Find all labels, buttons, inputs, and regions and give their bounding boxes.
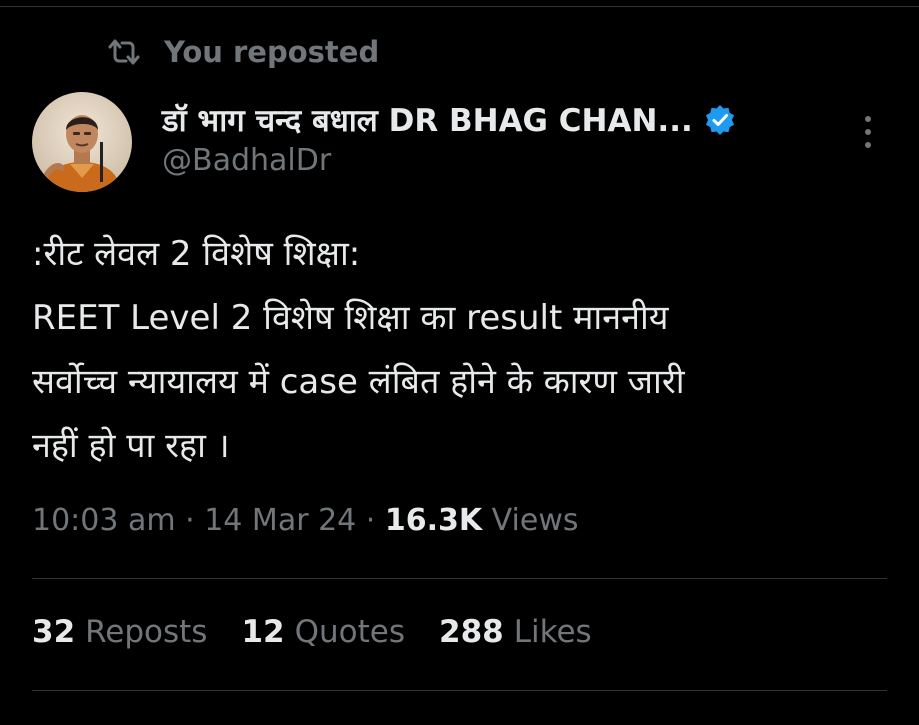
repost-icon [106, 37, 142, 67]
top-divider [0, 6, 919, 7]
likes-stat[interactable]: 288 Likes [439, 614, 592, 650]
tweet-meta: 10:03 am · 14 Mar 24 · 16.3K Views [32, 503, 579, 538]
likes-label: Likes [513, 614, 592, 650]
tweet-line: :रीट लेवल 2 विशेष शिक्षा: [32, 234, 361, 274]
engagement-stats: 32 Reposts 12 Quotes 288 Likes [32, 614, 626, 650]
quotes-label: Quotes [294, 614, 406, 650]
quotes-count: 12 [241, 614, 285, 650]
tweet-line: REET Level 2 विशेष शिक्षा का result मानन… [32, 298, 669, 338]
repost-banner: You reposted [106, 32, 379, 72]
author-name-row[interactable]: डॉ भाग चन्द बधाल DR BHAG CHAN... [162, 96, 737, 144]
more-dot-icon [865, 142, 871, 148]
tweet-line: सर्वोच्च न्यायालय में case लंबित होने के… [32, 362, 685, 402]
more-dot-icon [865, 116, 871, 122]
quotes-stat[interactable]: 12 Quotes [241, 614, 405, 650]
reposts-label: Reposts [85, 614, 208, 650]
tweet-time[interactable]: 10:03 am [32, 503, 176, 538]
author-display-name[interactable]: डॉ भाग चन्द बधाल DR BHAG CHAN... [162, 99, 693, 141]
meta-separator: · [175, 503, 205, 538]
reposts-stat[interactable]: 32 Reposts [32, 614, 207, 650]
stats-divider-bottom [32, 690, 887, 691]
views-count: 16.3K [384, 503, 483, 538]
meta-separator: · [356, 503, 385, 538]
author-handle[interactable]: @BadhalDr [162, 143, 331, 178]
verified-badge-icon [703, 103, 737, 137]
tweet-body: :रीट लेवल 2 विशेष शिक्षा: REET Level 2 व… [32, 222, 892, 478]
author-avatar[interactable] [32, 92, 132, 192]
more-options-button[interactable] [852, 112, 884, 152]
views-label: Views [491, 503, 579, 538]
reposts-count: 32 [32, 614, 76, 650]
repost-label: You reposted [164, 35, 380, 69]
tweet-line: नहीं हो पा रहा । [32, 426, 230, 466]
stats-divider-top [32, 578, 887, 579]
tweet-date[interactable]: 14 Mar 24 [204, 503, 356, 538]
more-dot-icon [865, 129, 871, 135]
likes-count: 288 [439, 614, 504, 650]
